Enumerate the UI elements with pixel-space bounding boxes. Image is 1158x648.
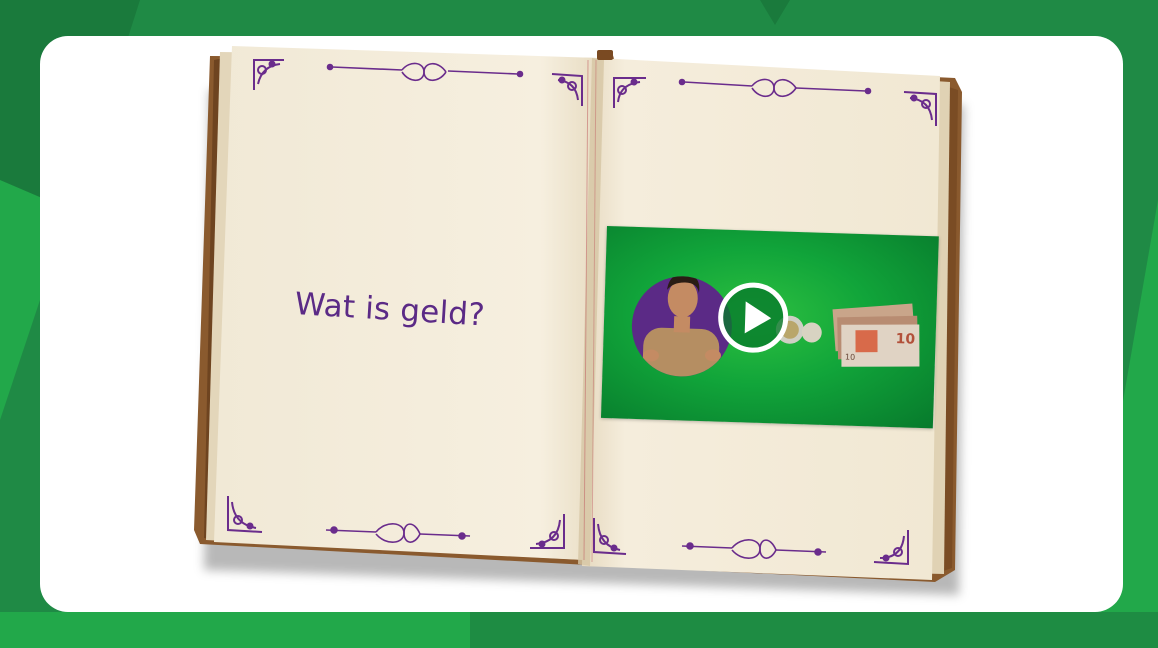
- slide-stage: Wat is geld? 10 10: [0, 0, 1158, 648]
- play-icon: [744, 301, 772, 334]
- open-book: [194, 46, 964, 595]
- svg-text:10: 10: [895, 331, 915, 348]
- video-thumbnail[interactable]: 10 10: [600, 226, 939, 429]
- svg-text:10: 10: [845, 353, 855, 362]
- play-button[interactable]: [717, 281, 790, 354]
